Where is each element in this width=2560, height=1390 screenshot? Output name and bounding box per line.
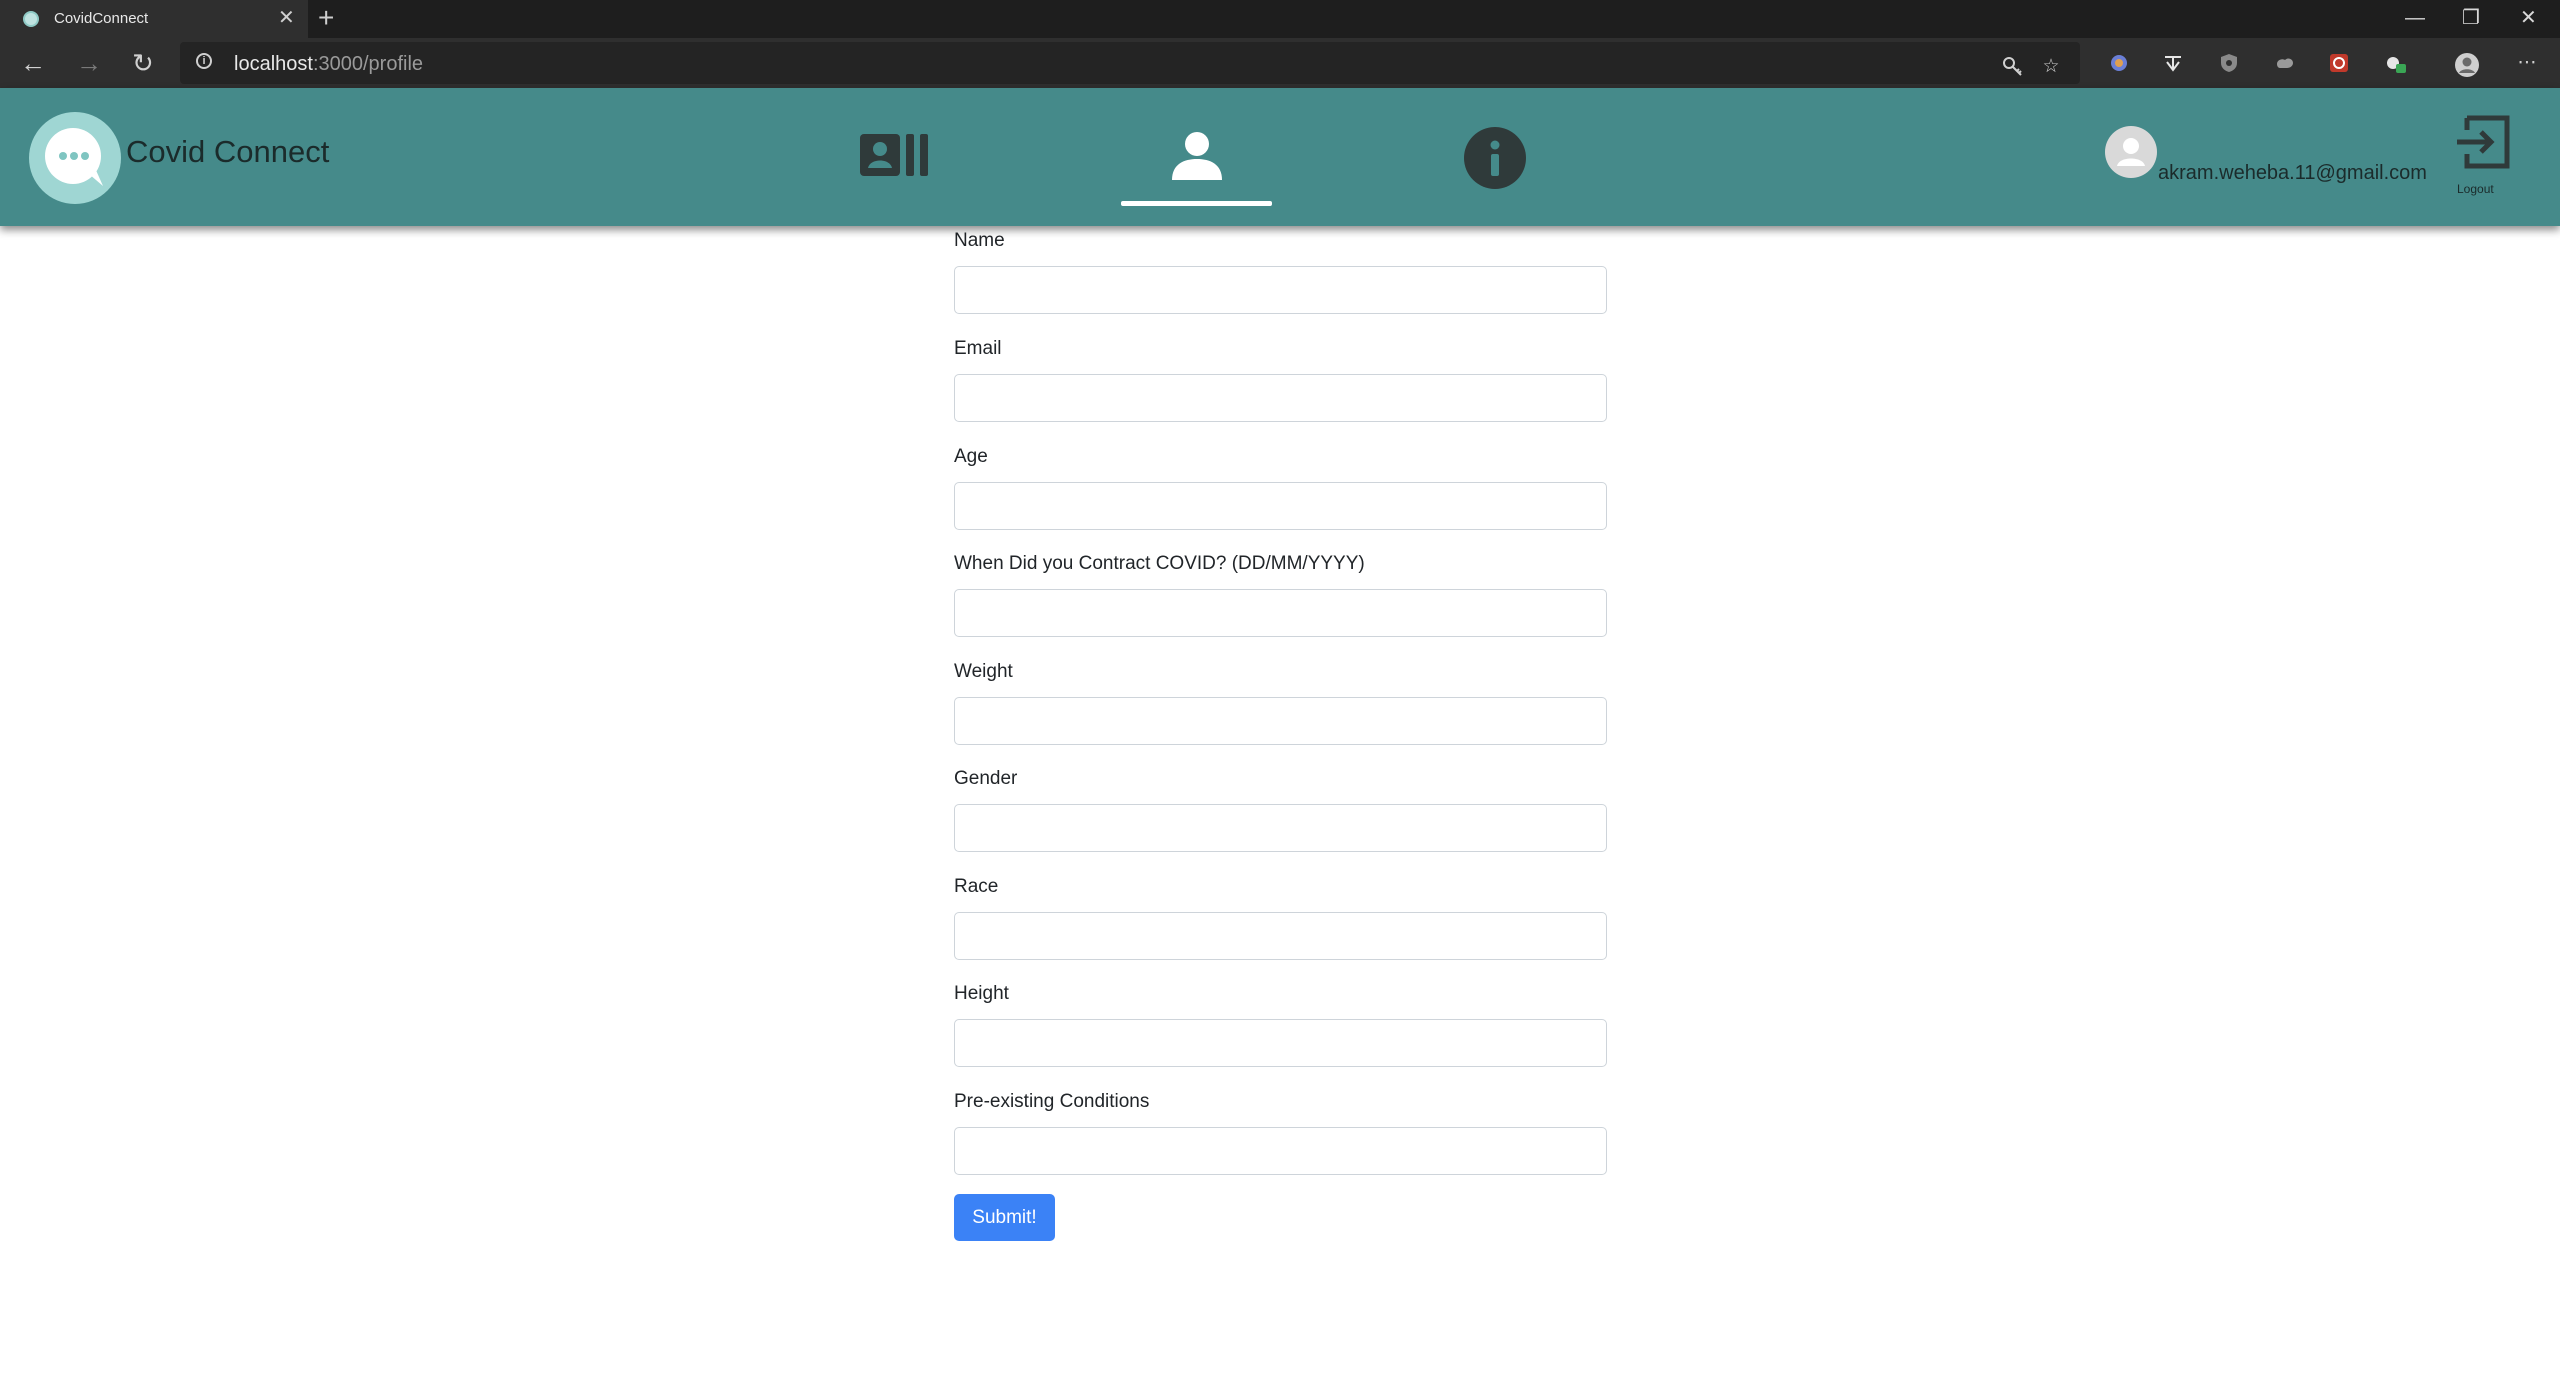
extension-cloud-icon[interactable]	[2274, 52, 2296, 74]
age-input[interactable]	[954, 482, 1607, 530]
tab-favicon-icon	[23, 11, 39, 27]
restore-button[interactable]: ❐	[2462, 4, 2480, 32]
name-input[interactable]	[954, 266, 1607, 314]
tab-title: CovidConnect	[54, 10, 149, 27]
brand-title: Covid Connect	[126, 134, 330, 169]
weight-input[interactable]	[954, 697, 1607, 745]
app-header: Covid Connect akram.weheba.11@gmail.com …	[0, 88, 2560, 226]
reload-button[interactable]: ↻	[132, 48, 154, 78]
user-avatar-icon[interactable]	[2105, 126, 2157, 178]
logout-label[interactable]: Logout	[2457, 182, 2494, 196]
contacts-card-icon[interactable]	[860, 132, 932, 180]
forward-button[interactable]: →	[76, 48, 102, 78]
race-label: Race	[954, 876, 999, 897]
name-label: Name	[954, 230, 1005, 251]
window-close-button[interactable]: ✕	[2520, 4, 2537, 32]
info-nav-icon[interactable]	[1463, 126, 1527, 190]
key-icon[interactable]	[2002, 56, 2024, 78]
active-nav-indicator	[1121, 201, 1272, 206]
new-tab-button[interactable]: +	[318, 3, 334, 33]
extension-globe-icon[interactable]	[2108, 52, 2130, 74]
profile-icon[interactable]	[2454, 52, 2479, 77]
covid-date-input[interactable]	[954, 589, 1607, 637]
user-email: akram.weheba.11@gmail.com	[2158, 162, 2427, 184]
conditions-label: Pre-existing Conditions	[954, 1091, 1150, 1112]
age-label: Age	[954, 446, 988, 467]
extension-red-icon[interactable]	[2328, 52, 2350, 74]
email-label: Email	[954, 338, 1002, 359]
favorite-star-icon[interactable]: ☆	[2040, 56, 2062, 78]
race-input[interactable]	[954, 912, 1607, 960]
covid-date-label: When Did you Contract COVID? (DD/MM/YYYY…	[954, 553, 1365, 574]
back-button[interactable]: ←	[20, 48, 46, 78]
url-text[interactable]: localhost:3000/profile	[234, 53, 423, 76]
extension-weather-icon[interactable]	[2384, 52, 2406, 74]
site-info-icon[interactable]: i	[196, 53, 212, 69]
height-label: Height	[954, 983, 1009, 1004]
logout-icon[interactable]	[2453, 114, 2513, 170]
extension-translate-icon[interactable]	[2162, 52, 2184, 74]
weight-label: Weight	[954, 661, 1013, 682]
browser-tabstrip: CovidConnect ✕ + — ❐ ✕	[0, 0, 2560, 38]
tab-close-icon[interactable]: ✕	[278, 6, 295, 30]
gender-input[interactable]	[954, 804, 1607, 852]
covid-connect-logo[interactable]	[29, 112, 121, 204]
extension-shield-icon[interactable]	[2218, 52, 2240, 74]
conditions-input[interactable]	[954, 1127, 1607, 1175]
submit-button[interactable]: Submit!	[954, 1194, 1055, 1241]
more-menu-icon[interactable]: ⋯	[2516, 52, 2538, 74]
browser-tab[interactable]: CovidConnect ✕	[0, 0, 308, 38]
gender-label: Gender	[954, 768, 1018, 789]
profile-nav-icon[interactable]	[1170, 130, 1224, 182]
email-input[interactable]	[954, 374, 1607, 422]
browser-toolbar: ← → ↻ i localhost:3000/profile ☆ ⋯	[0, 38, 2560, 88]
height-input[interactable]	[954, 1019, 1607, 1067]
address-bar[interactable]: i localhost:3000/profile ☆	[180, 42, 2080, 84]
minimize-button[interactable]: —	[2405, 4, 2425, 32]
